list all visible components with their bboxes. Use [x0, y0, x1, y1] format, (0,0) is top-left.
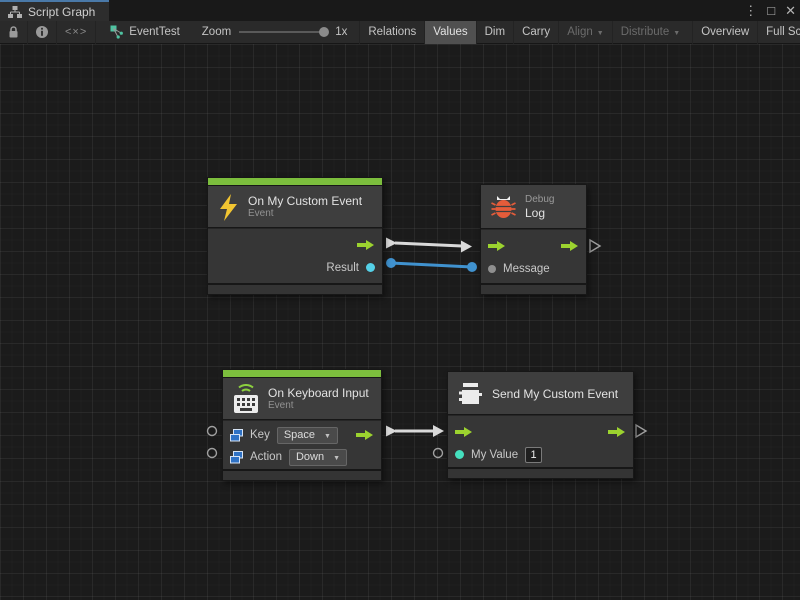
- node-debug-log[interactable]: Debug Log Message: [481, 185, 586, 294]
- tab-script-graph[interactable]: Script Graph: [0, 0, 109, 21]
- zoom-control: Zoom 1x: [190, 26, 360, 38]
- key-input-port[interactable]: [208, 427, 217, 436]
- graph-toolbar: <×> EventTest Zoom 1x Relations Values D…: [0, 21, 800, 44]
- enum-icon: [230, 429, 243, 442]
- node-subtitle: Event: [248, 208, 362, 220]
- action-input-port[interactable]: [208, 449, 217, 458]
- info-button[interactable]: [27, 21, 56, 44]
- window-maximize-icon[interactable]: □: [767, 0, 775, 21]
- flow-wire-event-to-log[interactable]: [386, 238, 472, 253]
- graph-canvas[interactable]: On My Custom Event Event Result: [0, 44, 800, 600]
- graph-hierarchy-icon: [8, 6, 22, 18]
- flow-input-arrow-icon[interactable]: [455, 426, 473, 438]
- flow-output-arrow-icon[interactable]: [608, 426, 626, 438]
- node-body: Result: [208, 228, 382, 283]
- lock-button[interactable]: [0, 21, 27, 44]
- lightning-bolt-icon: [218, 194, 239, 221]
- node-on-keyboard-input[interactable]: On Keyboard Input Event Key Space ▼: [223, 370, 381, 480]
- node-subtitle: Event: [268, 400, 369, 412]
- custom-event-icon: [458, 381, 483, 407]
- node-footer: [223, 471, 381, 480]
- value-wire-result-to-message[interactable]: [386, 258, 477, 272]
- node-body: My Value 1: [448, 415, 633, 467]
- flow-input-arrow-icon[interactable]: [488, 240, 506, 252]
- action-port-label: Action: [250, 451, 282, 463]
- zoom-label: Zoom: [202, 26, 231, 38]
- zoom-slider[interactable]: [239, 27, 327, 37]
- align-button[interactable]: Align ▼: [558, 21, 612, 44]
- node-kicker: Debug: [525, 194, 554, 206]
- info-icon: [35, 25, 49, 39]
- wire-layer: [0, 44, 800, 600]
- result-port-label: Result: [326, 262, 359, 274]
- distribute-caret-icon: ▼: [673, 30, 680, 37]
- lock-icon: [7, 25, 20, 39]
- node-title: Send My Custom Event: [492, 387, 618, 401]
- action-dropdown[interactable]: Down ▼: [289, 449, 347, 466]
- flow-wire-keyboard-to-send[interactable]: [386, 425, 444, 437]
- node-title: Log: [525, 206, 554, 220]
- my-value-port-dot[interactable]: [455, 450, 464, 459]
- enum-icon: [230, 451, 243, 464]
- keyboard-input-icon: [233, 384, 259, 414]
- relations-button[interactable]: Relations: [359, 21, 424, 44]
- node-title: On My Custom Event: [248, 194, 362, 208]
- node-header[interactable]: Send My Custom Event: [448, 372, 633, 415]
- breadcrumb-graph-name: EventTest: [129, 26, 180, 38]
- zoom-slider-handle[interactable]: [319, 27, 329, 37]
- log-flow-out-port[interactable]: [590, 240, 600, 252]
- values-button[interactable]: Values: [424, 21, 475, 44]
- key-dropdown[interactable]: Space ▼: [277, 427, 338, 444]
- window-menu-icon[interactable]: ⋮: [744, 0, 757, 21]
- zoom-slider-track[interactable]: [239, 31, 327, 33]
- flow-output-arrow-icon[interactable]: [357, 239, 375, 251]
- key-port-label: Key: [250, 429, 270, 441]
- result-port-dot[interactable]: [366, 263, 375, 272]
- dropdown-caret-icon: ▼: [333, 455, 340, 462]
- breadcrumb[interactable]: EventTest: [95, 21, 190, 44]
- overview-button[interactable]: Overview: [692, 21, 757, 44]
- graph-asset-icon: [110, 25, 124, 39]
- event-color-bar: [223, 370, 381, 378]
- message-port-label: Message: [503, 263, 550, 275]
- node-title: On Keyboard Input: [268, 386, 369, 400]
- fullscreen-button[interactable]: Full Screen: [757, 21, 800, 44]
- align-caret-icon: ▼: [597, 30, 604, 37]
- message-port-dot[interactable]: [488, 265, 496, 273]
- node-header[interactable]: Debug Log: [481, 185, 586, 229]
- my-value-port-label: My Value: [471, 449, 518, 461]
- node-footer: [208, 285, 382, 294]
- node-footer: [448, 469, 633, 478]
- event-color-bar: [208, 178, 382, 186]
- node-header[interactable]: On My Custom Event Event: [208, 186, 382, 228]
- node-body: Message: [481, 229, 586, 283]
- send-flow-out-port[interactable]: [636, 425, 646, 437]
- my-value-input[interactable]: 1: [525, 447, 542, 463]
- flow-output-arrow-icon[interactable]: [356, 429, 374, 441]
- dropdown-caret-icon: ▼: [324, 433, 331, 440]
- flow-output-arrow-icon[interactable]: [561, 240, 579, 252]
- tab-title: Script Graph: [28, 5, 95, 19]
- dim-button[interactable]: Dim: [476, 21, 513, 44]
- node-on-my-custom-event[interactable]: On My Custom Event Event Result: [208, 178, 382, 294]
- carry-button[interactable]: Carry: [513, 21, 558, 44]
- window-tab-bar: Script Graph ⋮ □ ✕: [0, 0, 800, 21]
- window-close-icon[interactable]: ✕: [785, 0, 796, 21]
- zoom-value: 1x: [335, 26, 347, 38]
- node-footer: [481, 285, 586, 294]
- distribute-button[interactable]: Distribute ▼: [612, 21, 689, 44]
- edit-graph-button[interactable]: <×>: [56, 21, 95, 44]
- node-send-my-custom-event[interactable]: Send My Custom Event My Value 1: [448, 372, 633, 478]
- node-header[interactable]: On Keyboard Input Event: [223, 378, 381, 420]
- bug-icon: [491, 194, 516, 220]
- node-body: Key Space ▼ Action Down ▼: [223, 420, 381, 469]
- code-brackets-icon: <×>: [65, 26, 87, 38]
- my-value-input-port[interactable]: [434, 449, 443, 458]
